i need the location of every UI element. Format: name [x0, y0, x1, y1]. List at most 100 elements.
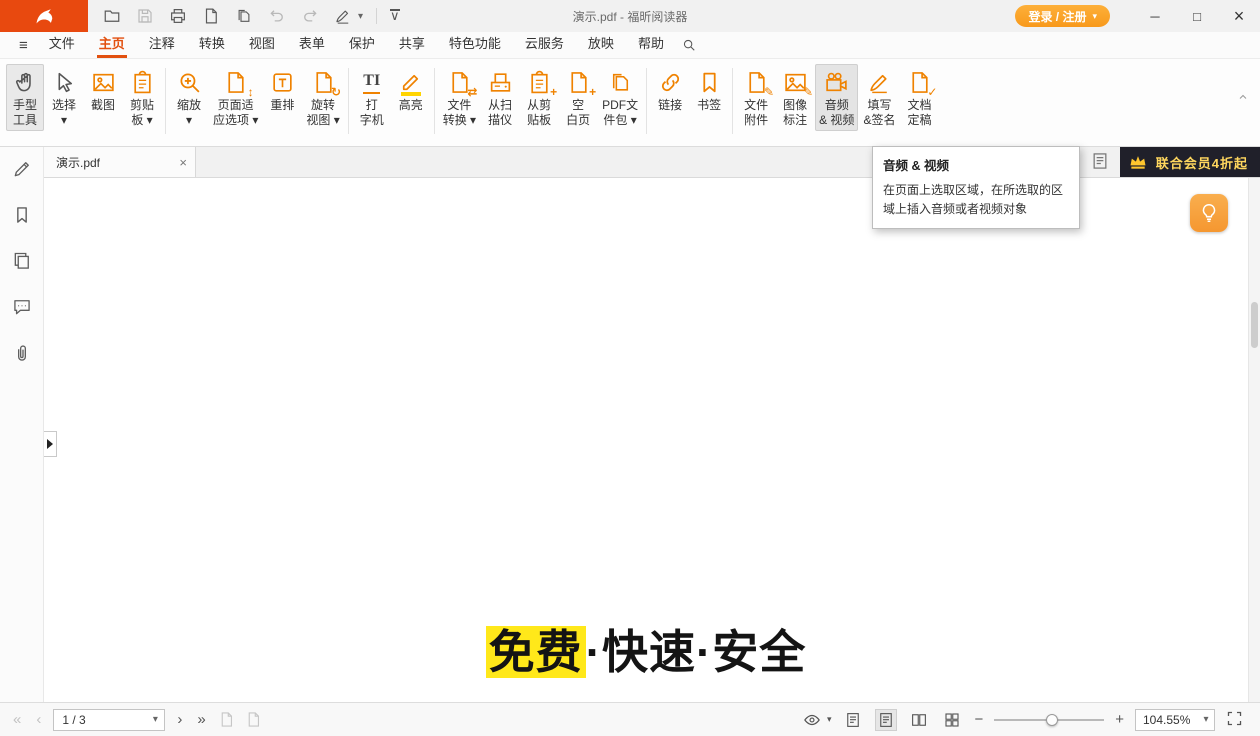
menu-view[interactable]: 视图 — [237, 32, 287, 58]
tool-reflow[interactable]: 重排 — [263, 64, 301, 131]
lightbulb-tip-button[interactable] — [1190, 194, 1228, 232]
tool-hand[interactable]: 手型 工具 — [6, 64, 44, 131]
bookmarks-panel-icon[interactable] — [12, 205, 32, 225]
email-doc-icon[interactable] — [234, 6, 254, 26]
pdf-portfolio-icon — [607, 69, 633, 95]
document-headline: 免费·快速·安全 — [44, 616, 1248, 682]
login-caret-icon: ▾ — [1092, 11, 1097, 22]
tool-link[interactable]: 链接 — [651, 64, 689, 131]
facing-pages-view-icon[interactable] — [908, 709, 930, 731]
last-page-button[interactable]: » — [194, 712, 208, 727]
menu-file[interactable]: 文件 — [37, 32, 87, 58]
tool-clipboard[interactable]: 剪贴 板 ▾ — [123, 64, 161, 131]
menubar: ≡ 文件 主页 注释 转换 视图 表单 保护 共享 特色功能 云服务 放映 帮助 — [0, 32, 1260, 59]
tool-from-scanner[interactable]: 从扫 描仪 — [481, 64, 519, 131]
menu-home[interactable]: 主页 — [87, 32, 137, 58]
login-register-button[interactable]: 登录 / 注册 ▾ — [1015, 5, 1110, 27]
tool-zoom[interactable]: 缩放 ▾ — [170, 64, 208, 131]
customize-toolbar-icon[interactable]: ∨ — [390, 9, 400, 23]
maximize-button[interactable]: □ — [1178, 1, 1216, 31]
tool-snapshot[interactable]: 截图 — [84, 64, 122, 131]
zoom-slider[interactable] — [994, 713, 1104, 727]
tool-bookmark[interactable]: 书签 — [690, 64, 728, 131]
menu-features[interactable]: 特色功能 — [437, 32, 513, 58]
reading-mode-icon[interactable] — [1090, 151, 1112, 173]
zoom-out-button[interactable]: − — [974, 712, 983, 727]
tool-convert-file[interactable]: ⇄ 文件 转换 ▾ — [439, 64, 480, 131]
titlebar: ▾ ∨ 演示.pdf - 福昕阅读器 登录 / 注册 ▾ ─ □ × — [0, 0, 1260, 32]
scrollbar-thumb[interactable] — [1251, 302, 1258, 348]
minimize-button[interactable]: ─ — [1136, 1, 1174, 31]
expand-panel-handle[interactable] — [44, 431, 57, 457]
image-annotation-icon: ✎ — [782, 69, 808, 95]
zoom-slider-handle[interactable] — [1046, 714, 1058, 726]
attachments-panel-icon[interactable] — [12, 343, 32, 363]
hamburger-menu-icon[interactable]: ≡ — [10, 37, 37, 54]
grid-view-icon[interactable] — [941, 709, 963, 731]
save-icon[interactable] — [135, 6, 155, 26]
promo-banner-text: 联合会员4折起 — [1156, 153, 1248, 172]
search-icon[interactable] — [676, 32, 702, 58]
continuous-view-icon[interactable] — [875, 709, 897, 731]
scanner-icon — [487, 69, 513, 95]
undo-icon[interactable] — [267, 6, 287, 26]
statusbar-right: ▾ − + 104.55% ▾ — [801, 709, 1250, 731]
clipboard-icon — [129, 69, 155, 95]
tool-blank-page[interactable]: + 空 白页 — [559, 64, 597, 131]
next-page-button[interactable]: › — [174, 712, 185, 727]
open-file-icon[interactable] — [102, 6, 122, 26]
tool-fit-page[interactable]: ↕ 页面适 应选项 ▾ — [209, 64, 262, 131]
view-mode-icon[interactable] — [801, 709, 823, 731]
next-view-icon[interactable] — [245, 711, 263, 729]
tool-select[interactable]: 选择 ▾ — [45, 64, 83, 131]
headline-highlighted-text: 免费 — [486, 626, 586, 678]
tool-highlight[interactable]: 高亮 — [392, 64, 430, 131]
quick-sign-icon[interactable] — [333, 6, 353, 26]
pages-panel-icon[interactable] — [12, 251, 32, 271]
zoom-level-dropdown[interactable]: 104.55% ▾ — [1135, 709, 1215, 731]
redo-icon[interactable] — [300, 6, 320, 26]
tab-close-icon[interactable]: × — [179, 156, 187, 169]
tool-file-attachment[interactable]: ✎ 文件 附件 — [737, 64, 775, 131]
menu-protect[interactable]: 保护 — [337, 32, 387, 58]
document-viewport[interactable]: 免费·快速·安全 — [44, 178, 1260, 702]
comments-panel-icon[interactable] — [12, 297, 32, 317]
collapse-ribbon-icon[interactable] — [1236, 90, 1252, 104]
menu-share[interactable]: 共享 — [387, 32, 437, 58]
quick-sign-caret-icon[interactable]: ▾ — [358, 11, 363, 22]
audio-video-icon — [824, 69, 850, 95]
tool-typewriter[interactable]: TI 打 字机 — [353, 64, 391, 131]
previous-page-button[interactable]: ‹ — [33, 712, 44, 727]
fullscreen-icon[interactable] — [1226, 710, 1246, 730]
create-pdf-icon[interactable] — [201, 6, 221, 26]
tool-from-clipboard[interactable]: + 从剪 贴板 — [520, 64, 558, 131]
quick-annotate-icon[interactable] — [12, 159, 32, 179]
document-tab[interactable]: 演示.pdf × — [44, 147, 196, 177]
previous-view-icon[interactable] — [218, 711, 236, 729]
tool-image-annotation[interactable]: ✎ 图像 标注 — [776, 64, 814, 131]
zoom-in-button[interactable]: + — [1115, 712, 1124, 727]
page-number-dropdown[interactable]: 1 / 3 ▾ — [53, 709, 165, 731]
single-page-view-icon[interactable] — [842, 709, 864, 731]
menu-comment[interactable]: 注释 — [137, 32, 187, 58]
vertical-scrollbar[interactable] — [1248, 178, 1260, 702]
menu-help[interactable]: 帮助 — [626, 32, 676, 58]
fill-sign-icon — [866, 69, 892, 95]
tool-fill-sign[interactable]: 填写 &签名 — [859, 64, 899, 131]
tool-audio-video[interactable]: 音频 & 视频 — [815, 64, 858, 131]
menu-form[interactable]: 表单 — [287, 32, 337, 58]
tool-pdf-portfolio[interactable]: PDF文 件包 ▾ — [598, 64, 642, 131]
tool-rotate-view[interactable]: ↻ 旋转 视图 ▾ — [302, 64, 343, 131]
foxit-logo[interactable] — [0, 0, 88, 32]
view-mode-caret-icon[interactable]: ▾ — [827, 714, 832, 725]
membership-promo-banner[interactable]: 联合会员4折起 — [1120, 147, 1260, 177]
menu-present[interactable]: 放映 — [576, 32, 626, 58]
close-button[interactable]: × — [1220, 1, 1258, 31]
headline-rest-text: ·快速·安全 — [586, 626, 807, 678]
tool-finalize-doc[interactable]: ✓ 文档 定稿 — [900, 64, 938, 131]
menu-cloud[interactable]: 云服务 — [513, 32, 576, 58]
audio-video-tooltip: 音频 & 视频 在页面上选取区域，在所选取的区域上插入音频或者视频对象 — [872, 146, 1080, 229]
print-icon[interactable] — [168, 6, 188, 26]
first-page-button[interactable]: « — [10, 712, 24, 727]
menu-convert[interactable]: 转换 — [187, 32, 237, 58]
